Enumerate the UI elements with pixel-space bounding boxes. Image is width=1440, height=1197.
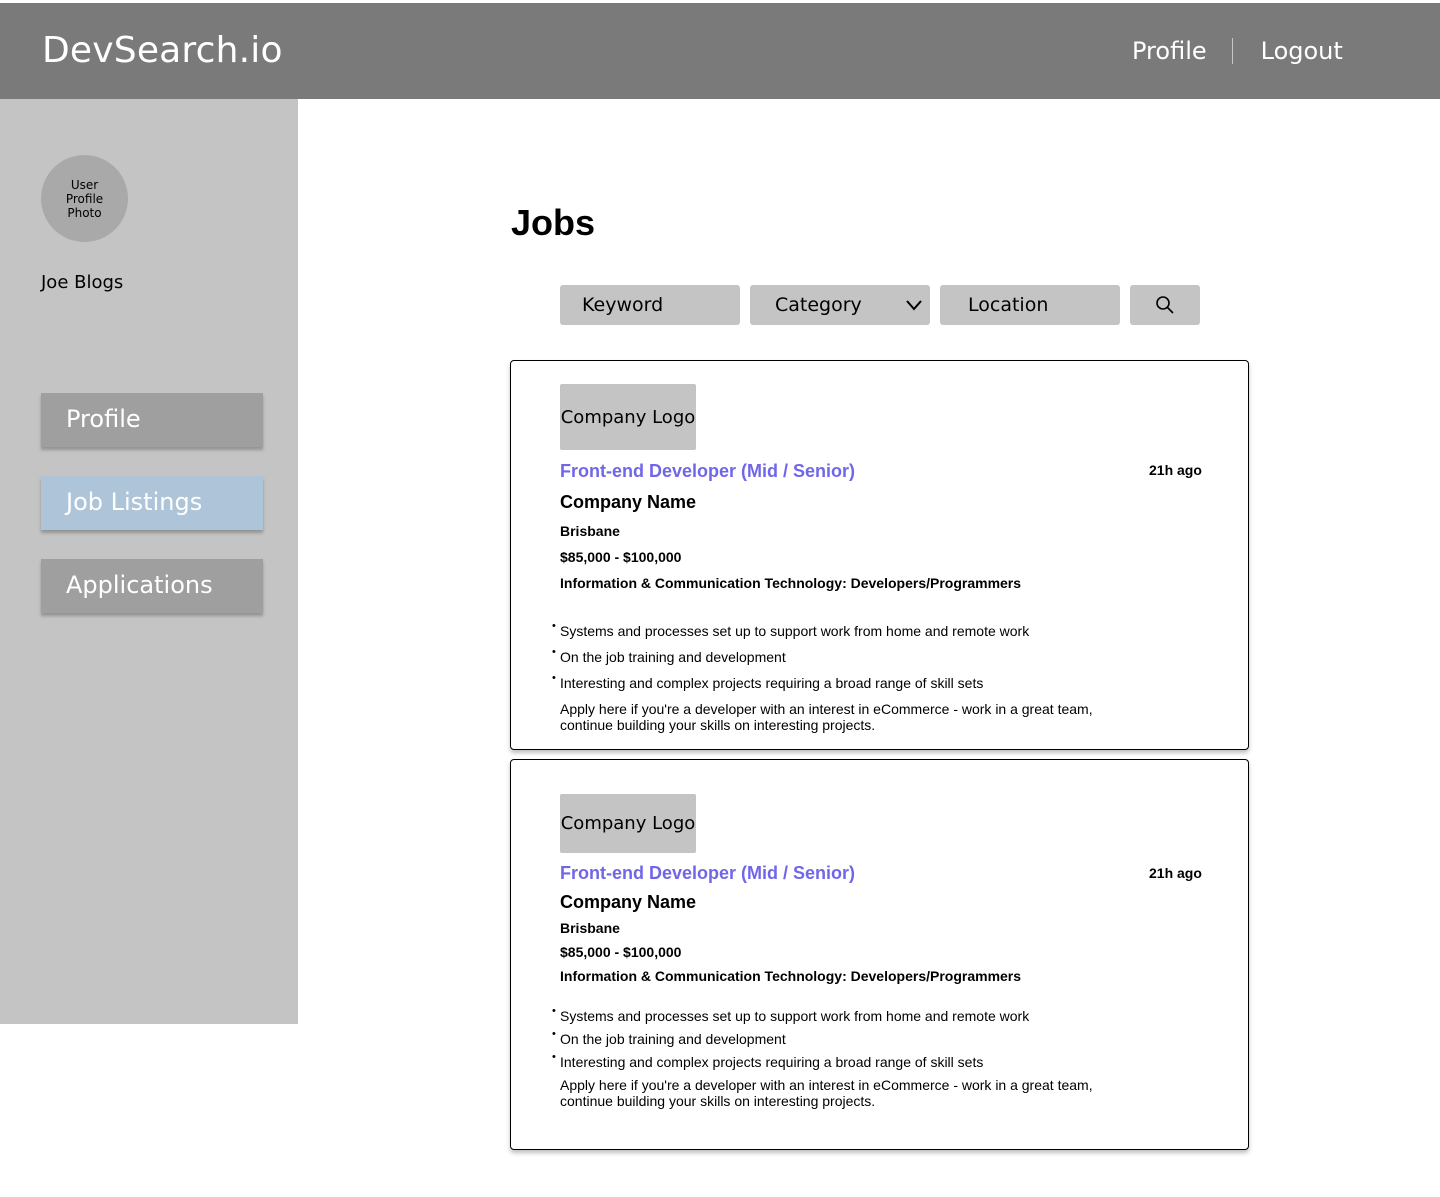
list-item: Systems and processes set up to support … — [552, 1005, 1030, 1024]
search-button[interactable] — [1130, 285, 1200, 325]
sidebar: User Profile Photo Joe Blogs Profile Job… — [0, 99, 298, 1024]
sidebar-item-job-listings[interactable]: Job Listings — [41, 476, 263, 530]
bullet-text: Systems and processes set up to support … — [560, 1008, 1030, 1024]
keyword-input[interactable]: Keyword — [560, 285, 740, 325]
bullet-text: Interesting and complex projects requiri… — [560, 675, 984, 691]
avatar-placeholder-text: User Profile Photo — [65, 177, 104, 220]
bullet-text: Interesting and complex projects requiri… — [560, 1054, 984, 1070]
bullet-text: On the job training and development — [560, 1031, 786, 1047]
category-select-label: Category — [775, 294, 862, 316]
list-item: On the job training and development — [552, 1028, 786, 1047]
search-icon — [1156, 296, 1174, 314]
posted-time: 21h ago — [1149, 865, 1202, 881]
job-location: Brisbane — [560, 920, 620, 936]
job-card[interactable]: Company Logo Front-end Developer (Mid / … — [510, 759, 1249, 1150]
list-item: On the job training and development — [552, 646, 786, 665]
nav-divider — [1231, 38, 1233, 64]
job-title-link[interactable]: Front-end Developer (Mid / Senior) — [560, 461, 855, 482]
company-name: Company Name — [560, 492, 697, 512]
posted-time: 21h ago — [1149, 462, 1202, 478]
category-select[interactable]: Category — [750, 285, 930, 325]
company-logo: Company Logo — [560, 794, 696, 853]
job-salary: $85,000 - $100,000 — [560, 944, 682, 960]
sidebar-item-profile[interactable]: Profile — [41, 393, 263, 447]
chevron-down-icon — [906, 300, 922, 311]
bullet-text: Systems and processes set up to support … — [560, 623, 1030, 639]
company-logo: Company Logo — [560, 384, 696, 450]
job-title-link[interactable]: Front-end Developer (Mid / Senior) — [560, 863, 855, 884]
list-item: Interesting and complex projects requiri… — [552, 672, 984, 691]
list-item: Interesting and complex projects requiri… — [552, 1051, 984, 1070]
location-input[interactable]: Location — [940, 285, 1120, 325]
job-description: Apply here if you're a developer with an… — [560, 1077, 1093, 1109]
top-header: DevSearch.io Profile Logout — [0, 3, 1440, 99]
sidebar-item-applications[interactable]: Applications — [41, 559, 263, 613]
nav-profile-link[interactable]: Profile — [1132, 37, 1207, 65]
job-card[interactable]: Company Logo Front-end Developer (Mid / … — [510, 360, 1249, 750]
job-salary: $85,000 - $100,000 — [560, 549, 682, 565]
top-nav: Profile Logout — [1132, 37, 1343, 65]
brand-logo-text[interactable]: DevSearch.io — [42, 30, 283, 71]
company-name: Company Name — [560, 892, 697, 912]
nav-logout-link[interactable]: Logout — [1261, 37, 1343, 65]
avatar[interactable]: User Profile Photo — [41, 155, 128, 242]
user-name: Joe Blogs — [41, 272, 124, 293]
list-item: Systems and processes set up to support … — [552, 620, 1030, 639]
bullet-text: On the job training and development — [560, 649, 786, 665]
job-location: Brisbane — [560, 523, 620, 539]
job-category: Information & Communication Technology: … — [560, 968, 1022, 984]
page-title: Jobs — [511, 202, 596, 243]
job-description: Apply here if you're a developer with an… — [560, 701, 1093, 733]
job-category: Information & Communication Technology: … — [560, 575, 1022, 591]
